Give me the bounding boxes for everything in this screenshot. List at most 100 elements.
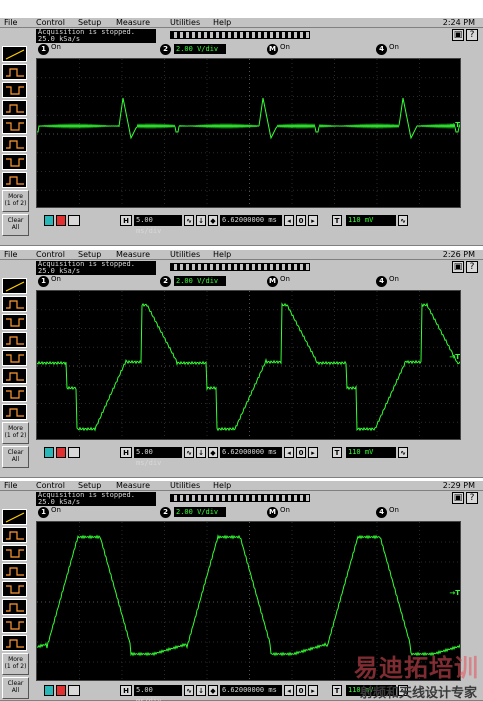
menu-control[interactable]: Control <box>36 481 65 491</box>
timebase-adjust-button[interactable]: ∿ <box>184 215 194 226</box>
trigger-button[interactable]: T <box>332 215 342 226</box>
clear-all-button[interactable]: Clear All <box>2 214 29 236</box>
channel-2-scale[interactable]: 2.00 V/div <box>174 44 226 54</box>
channel-4-button[interactable]: 4 <box>376 507 387 518</box>
stop-button[interactable] <box>56 215 66 226</box>
delay-right-button[interactable]: ▸ <box>308 685 318 696</box>
delay-left-button[interactable]: ◂ <box>284 215 294 226</box>
tool-pulse-icon[interactable] <box>2 172 27 188</box>
trigger-level-field[interactable]: 110 mV <box>346 215 396 226</box>
help-question-button[interactable]: ? <box>466 261 478 273</box>
menu-utilities[interactable]: Utilities <box>170 481 200 491</box>
horizontal-button[interactable]: H <box>120 685 132 696</box>
run-button[interactable] <box>44 215 54 226</box>
trigger-level-field[interactable]: 110 mV <box>346 447 396 458</box>
timebase-adjust-button[interactable]: ∿ <box>184 447 194 458</box>
channel-state[interactable]: On <box>280 44 294 51</box>
menu-file[interactable]: File <box>4 18 17 28</box>
timebase-adjust-button[interactable]: ∿ <box>184 685 194 696</box>
timebase-field[interactable]: 5.00 ms/div <box>134 447 182 467</box>
channel-1-button[interactable]: 1 <box>38 507 49 518</box>
tool-pulse-icon[interactable] <box>2 581 27 597</box>
channel-state[interactable]: On <box>51 507 65 514</box>
channel-4-button[interactable]: 4 <box>376 276 387 287</box>
delay-field[interactable]: 6.62000000 ms <box>220 447 282 458</box>
help-question-button[interactable]: ? <box>466 29 478 41</box>
channel-1-button[interactable]: 1 <box>38 276 49 287</box>
tool-pulse-icon[interactable] <box>2 136 27 152</box>
tool-pulse-icon[interactable] <box>2 350 27 366</box>
tool-pulse-icon[interactable] <box>2 545 27 561</box>
menu-file[interactable]: File <box>4 481 17 491</box>
channel-2-button[interactable]: 2 <box>160 507 171 518</box>
tool-pulse-icon[interactable] <box>2 64 27 80</box>
math-channel-button[interactable]: M <box>267 44 278 55</box>
channel-state[interactable]: On <box>51 276 65 283</box>
channel-state[interactable]: On <box>280 276 294 283</box>
delay-zero-button[interactable]: 0 <box>296 685 306 696</box>
menu-file[interactable]: File <box>4 250 17 260</box>
channel-state[interactable]: On <box>389 44 403 51</box>
channel-2-button[interactable]: 2 <box>160 44 171 55</box>
run-button[interactable] <box>44 447 54 458</box>
delay-right-button[interactable]: ▸ <box>308 215 318 226</box>
horizontal-button[interactable]: H <box>120 215 132 226</box>
delay-right-button[interactable]: ▸ <box>308 447 318 458</box>
clear-all-button[interactable]: Clear All <box>2 677 29 699</box>
channel-2-button[interactable]: 2 <box>160 276 171 287</box>
delay-reference-button[interactable]: ◆ <box>208 215 218 226</box>
channel-4-button[interactable]: 4 <box>376 44 387 55</box>
tool-pulse-icon[interactable] <box>2 296 27 312</box>
timebase-field[interactable]: 5.00 ms/div <box>134 685 182 701</box>
delay-zero-button[interactable]: 0 <box>296 447 306 458</box>
menu-help[interactable]: Help <box>213 250 231 260</box>
channel-1-button[interactable]: 1 <box>38 44 49 55</box>
tool-pulse-icon[interactable] <box>2 527 27 543</box>
tool-pulse-icon[interactable] <box>2 314 27 330</box>
delay-field[interactable]: 6.62000000 ms <box>220 215 282 226</box>
delay-reference-button[interactable]: ◆ <box>208 447 218 458</box>
tool-ramp-icon[interactable] <box>2 278 27 294</box>
tool-pulse-icon[interactable] <box>2 100 27 116</box>
tool-pulse-icon[interactable] <box>2 635 27 651</box>
tool-pulse-icon[interactable] <box>2 154 27 170</box>
menu-control[interactable]: Control <box>36 18 65 28</box>
tool-pulse-icon[interactable] <box>2 368 27 384</box>
help-question-button[interactable]: ? <box>466 492 478 504</box>
horizontal-button[interactable]: H <box>120 447 132 458</box>
tool-ramp-icon[interactable] <box>2 46 27 62</box>
channel-state[interactable]: On <box>389 276 403 283</box>
stop-button[interactable] <box>56 447 66 458</box>
channel-state[interactable]: On <box>280 507 294 514</box>
menu-utilities[interactable]: Utilities <box>170 250 200 260</box>
menu-measure[interactable]: Measure <box>116 18 150 28</box>
menu-utilities[interactable]: Utilities <box>170 18 200 28</box>
tool-pulse-icon[interactable] <box>2 599 27 615</box>
delay-left-button[interactable]: ◂ <box>284 685 294 696</box>
trigger-slope-button[interactable]: ∿ <box>398 447 408 458</box>
tool-pulse-icon[interactable] <box>2 386 27 402</box>
channel-2-scale[interactable]: 2.00 V/div <box>174 276 226 286</box>
window-restore-button[interactable]: ▣ <box>452 261 464 273</box>
menu-setup[interactable]: Setup <box>78 481 101 491</box>
delay-field[interactable]: 6.62000000 ms <box>220 685 282 696</box>
menu-setup[interactable]: Setup <box>78 18 101 28</box>
delay-reference-button[interactable]: ◆ <box>208 685 218 696</box>
delay-zero-button[interactable]: 0 <box>296 215 306 226</box>
delay-left-button[interactable]: ◂ <box>284 447 294 458</box>
tool-pulse-icon[interactable] <box>2 332 27 348</box>
run-button[interactable] <box>44 685 54 696</box>
timebase-zoom-button[interactable]: ↓ <box>196 215 206 226</box>
clear-all-button[interactable]: Clear All <box>2 446 29 468</box>
menu-control[interactable]: Control <box>36 250 65 260</box>
menu-help[interactable]: Help <box>213 481 231 491</box>
channel-state[interactable]: On <box>389 507 403 514</box>
window-restore-button[interactable]: ▣ <box>452 492 464 504</box>
single-button[interactable] <box>68 447 80 458</box>
tool-pulse-icon[interactable] <box>2 82 27 98</box>
more-button[interactable]: More (1 of 2) <box>2 653 29 675</box>
math-channel-button[interactable]: M <box>267 507 278 518</box>
channel-2-scale[interactable]: 2.00 V/div <box>174 507 226 517</box>
tool-ramp-icon[interactable] <box>2 509 27 525</box>
trigger-button[interactable]: T <box>332 447 342 458</box>
